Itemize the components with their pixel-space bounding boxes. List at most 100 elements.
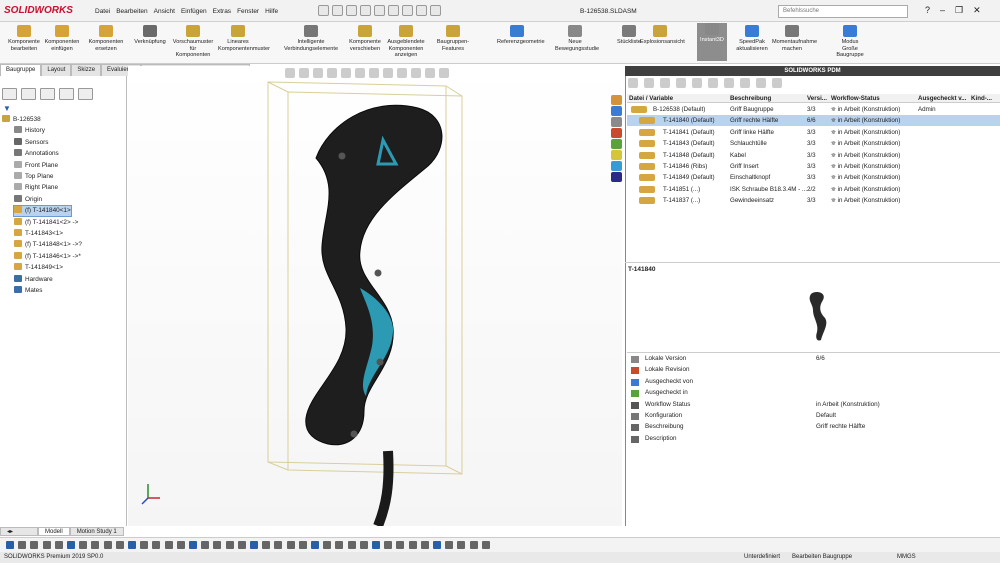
tree-item[interactable]: (f) T-141841<2> -> — [14, 217, 78, 228]
ribbon-button-0[interactable]: Komponente bearbeiten — [4, 25, 44, 52]
menu-item-1[interactable]: Bearbeiten — [116, 8, 147, 15]
sketch-tool-icon[interactable] — [140, 541, 149, 549]
sketch-tool-icon[interactable] — [189, 541, 197, 549]
ribbon-button-7[interactable]: Komponente verschieben — [345, 25, 385, 52]
tree-item[interactable]: Right Plane — [14, 183, 58, 193]
sketch-tool-icon[interactable] — [396, 541, 405, 549]
tree-item[interactable]: B-126538 — [2, 115, 41, 125]
view-palette-icon[interactable] — [611, 139, 622, 149]
menu-item-5[interactable]: Fenster — [237, 8, 259, 15]
tree-item[interactable]: History — [14, 126, 45, 136]
pdm-search-icon[interactable] — [772, 78, 782, 88]
select-icon[interactable] — [402, 5, 413, 16]
ribbon-button-16[interactable]: Momentaufnahme machen — [772, 25, 817, 52]
sketch-tool-icon[interactable] — [164, 541, 173, 549]
property-manager-icon[interactable] — [21, 88, 36, 100]
save-icon[interactable] — [360, 5, 371, 16]
get-latest-icon[interactable] — [692, 78, 702, 88]
undo-icon[interactable] — [388, 5, 399, 16]
col-workflow-status[interactable]: Workflow-Status — [831, 95, 880, 102]
menu-item-4[interactable]: Extras — [213, 8, 231, 15]
sketch-tool-icon[interactable] — [54, 541, 63, 549]
pdm-file-row[interactable]: B-126538 (Default) Griff Baugruppe 3/3 ⛯ in… — [627, 104, 1000, 115]
sketch-tool-icon[interactable] — [481, 541, 490, 549]
pdm-file-row[interactable]: T-141848 (Default) Kabel 3/3 ⛯ in Arbeit (K… — [627, 150, 1000, 161]
solidworks-forum-icon[interactable] — [611, 172, 622, 182]
sketch-tool-icon[interactable] — [6, 541, 14, 549]
design-library-icon[interactable] — [611, 106, 622, 116]
col-child[interactable]: Kind-... — [971, 95, 992, 102]
close-icon[interactable]: ✕ — [973, 5, 981, 16]
sketch-tool-icon[interactable] — [384, 541, 393, 549]
col-version[interactable]: Versi... — [807, 95, 827, 102]
tab-model[interactable]: Modell — [38, 527, 70, 536]
sketch-tool-icon[interactable] — [420, 541, 429, 549]
tree-item[interactable]: Hardware — [14, 274, 53, 285]
help-icon[interactable]: ? — [925, 5, 930, 16]
tab-1[interactable]: Layout — [41, 64, 72, 76]
pdm-file-row[interactable]: T-141849 (Default) Einschaltknopf 3/3 ⛯ in … — [627, 172, 1000, 183]
ribbon-button-3[interactable]: Verknüpfung — [130, 25, 170, 46]
ribbon-button-14[interactable]: Instant3D — [697, 23, 727, 61]
ribbon-button-10[interactable]: Referenzgeometrie — [497, 25, 545, 46]
appearances-icon[interactable] — [611, 150, 622, 160]
pdm-file-row[interactable]: T-141837 (...) Gewindeeinsatz 3/3 ⛯ in Arbe… — [627, 195, 1000, 206]
tree-item[interactable]: T-141849<1> — [14, 263, 63, 273]
sketch-tool-icon[interactable] — [128, 541, 136, 549]
ribbon-button-5[interactable]: Lineares Komponentenmuster — [218, 25, 270, 52]
tab-motion-study[interactable]: Motion Study 1 — [69, 527, 124, 536]
sketch-tool-icon[interactable] — [469, 541, 478, 549]
tab-scroll-icon[interactable]: ◂▸ — [0, 527, 38, 536]
feature-tree-icon[interactable] — [2, 88, 17, 100]
print-icon[interactable] — [374, 5, 385, 16]
dimxpert-icon[interactable] — [59, 88, 74, 100]
sketch-tool-icon[interactable] — [359, 541, 368, 549]
tree-item[interactable]: (f) T-141840<1> — [13, 205, 72, 218]
ribbon-button-9[interactable]: Baugruppen-Features — [433, 25, 473, 52]
ribbon-button-11[interactable]: Neue Bewegungsstudie — [555, 25, 599, 52]
custom-properties-icon[interactable] — [611, 161, 622, 171]
sketch-tool-icon[interactable] — [433, 541, 441, 549]
tree-item[interactable]: Top Plane — [14, 172, 53, 182]
tree-item[interactable]: Sensors — [14, 137, 48, 148]
sketch-tool-icon[interactable] — [408, 541, 417, 549]
home-icon[interactable] — [318, 5, 329, 16]
check-out-icon[interactable] — [660, 78, 670, 88]
restore-icon[interactable]: ❐ — [955, 5, 963, 16]
tree-item[interactable]: T-141843<1> — [14, 229, 63, 239]
view-icon[interactable] — [756, 78, 766, 88]
sketch-tool-icon[interactable] — [18, 541, 27, 549]
sketch-tool-icon[interactable] — [250, 541, 258, 549]
sketch-tool-icon[interactable] — [237, 541, 246, 549]
sketch-tool-icon[interactable] — [225, 541, 234, 549]
menu-item-3[interactable]: Einfügen — [181, 8, 207, 15]
tab-2[interactable]: Skizze — [71, 64, 102, 76]
options-gear-icon[interactable] — [430, 5, 441, 16]
open-file-icon[interactable] — [346, 5, 357, 16]
ribbon-button-2[interactable]: Komponenten ersetzen — [86, 25, 126, 52]
sketch-tool-icon[interactable] — [323, 541, 332, 549]
sketch-tool-icon[interactable] — [445, 541, 454, 549]
menu-item-2[interactable]: Ansicht — [154, 8, 175, 15]
ribbon-button-17[interactable]: Modus Große Baugruppe — [830, 25, 870, 59]
sketch-tool-icon[interactable] — [176, 541, 185, 549]
pdm-file-row[interactable]: T-141846 (Ribs) Griff Insert 3/3 ⛯ in Arbei… — [627, 161, 1000, 172]
sketch-tool-icon[interactable] — [286, 541, 295, 549]
sketch-tool-icon[interactable] — [79, 541, 88, 549]
sketch-tool-icon[interactable] — [457, 541, 466, 549]
refresh-icon[interactable] — [628, 78, 638, 88]
tab-0[interactable]: Baugruppe — [0, 64, 42, 76]
filter-icon[interactable]: ▼ — [3, 104, 11, 113]
ribbon-button-15[interactable]: SpeedPak aktualisieren — [732, 25, 772, 52]
sketch-tool-icon[interactable] — [115, 541, 124, 549]
ribbon-button-4[interactable]: Vorschaumuster für Komponenten — [170, 25, 216, 59]
sketch-tool-icon[interactable] — [274, 541, 283, 549]
pdm-file-row[interactable]: T-141841 (Default) Griff linke Hälfte 3/3 ⛯… — [627, 127, 1000, 138]
handle-3d-model[interactable] — [128, 66, 622, 526]
sketch-tool-icon[interactable] — [213, 541, 222, 549]
display-manager-icon[interactable] — [78, 88, 93, 100]
ribbon-button-1[interactable]: Komponenten einfügen — [42, 25, 82, 52]
sketch-tool-icon[interactable] — [30, 541, 39, 549]
pdm-file-row[interactable]: T-141851 (...) ISK Schraube B18.3.4M - ..… — [627, 184, 1000, 195]
tree-item[interactable]: Origin — [14, 194, 42, 205]
